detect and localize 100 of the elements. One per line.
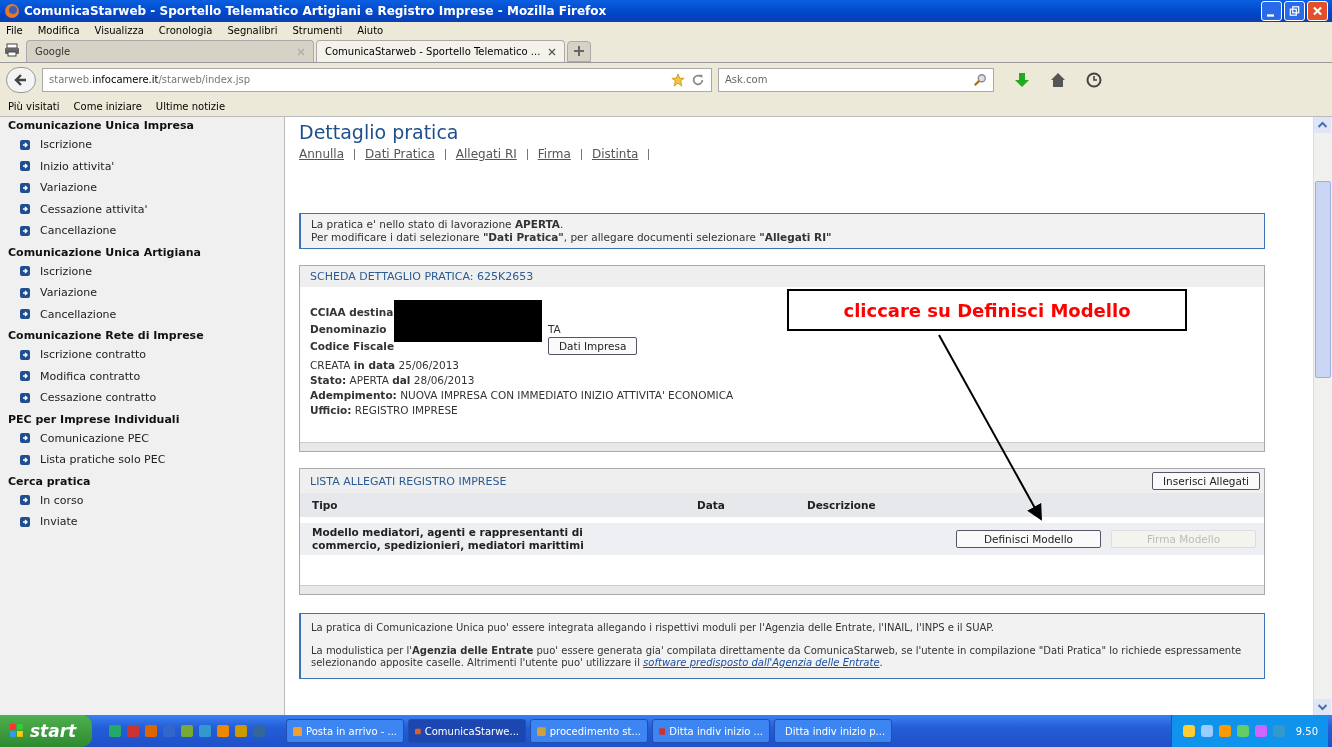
taskbar-button[interactable]: ComunicaStarwe... bbox=[408, 719, 526, 743]
menu-item[interactable]: Visualizza bbox=[94, 24, 151, 36]
field-label: CCIAA destina bbox=[310, 305, 394, 318]
nav-link[interactable]: Allegati RI bbox=[455, 147, 517, 161]
tray-icon[interactable] bbox=[1235, 724, 1250, 738]
menu-item[interactable]: Aiuto bbox=[357, 24, 391, 36]
quick-launch-icon[interactable] bbox=[144, 724, 158, 738]
sidebar-link[interactable]: Cessazione contratto bbox=[40, 391, 157, 405]
quick-launch-icon[interactable] bbox=[234, 724, 248, 738]
company-data-button[interactable]: Dati Impresa bbox=[548, 336, 638, 355]
browser-tab[interactable]: ComunicaStarweb - Sportello Telematico ... bbox=[316, 40, 566, 62]
quick-launch-icon[interactable] bbox=[126, 724, 140, 738]
back-arrow-icon bbox=[14, 72, 28, 87]
arrow-bullet-icon bbox=[20, 349, 30, 360]
arrow-bullet-icon bbox=[20, 287, 30, 298]
tray-icon[interactable] bbox=[1181, 724, 1196, 738]
sidebar-link[interactable]: Iscrizione contratto bbox=[40, 348, 147, 362]
sidebar-link[interactable]: Variazione bbox=[40, 286, 98, 300]
close-button[interactable] bbox=[1307, 1, 1328, 21]
search-icon[interactable] bbox=[973, 72, 987, 87]
browser-tab[interactable]: Google bbox=[26, 40, 314, 62]
column-header: Tipo bbox=[312, 499, 339, 511]
close-icon bbox=[1311, 5, 1324, 17]
column-header: Descrizione bbox=[807, 499, 876, 511]
scroll-down-icon[interactable] bbox=[1314, 699, 1331, 715]
sidebar-link[interactable]: Cessazione attivita' bbox=[40, 202, 148, 216]
detail-line: CREATA in data 25/06/2013 bbox=[310, 358, 461, 373]
nav-link[interactable]: Annulla bbox=[299, 147, 345, 161]
vertical-scrollbar[interactable] bbox=[1313, 117, 1332, 715]
sidebar-link[interactable]: Variazione bbox=[40, 181, 98, 195]
arrow-bullet-icon bbox=[20, 454, 30, 465]
sidebar-link[interactable]: Comunicazione PEC bbox=[40, 431, 149, 445]
nav-link[interactable]: Firma bbox=[537, 147, 571, 161]
scroll-up-icon[interactable] bbox=[1314, 117, 1331, 133]
field-label: Denominazio bbox=[310, 322, 388, 335]
menu-item[interactable]: Cronologia bbox=[158, 24, 220, 36]
add-attachments-button[interactable]: Inserisci Allegati bbox=[1151, 472, 1260, 490]
table-cell-text: Modello mediatori, agenti e rappresentanti di commercio, spedizionieri, mediatori marittimi bbox=[312, 526, 585, 552]
taskbar-button[interactable]: Posta in arrivo - ... bbox=[286, 719, 404, 743]
back-button[interactable] bbox=[6, 66, 36, 93]
sidebar-link[interactable]: In corso bbox=[40, 493, 84, 507]
sidebar-link[interactable]: Cancellazione bbox=[40, 307, 117, 321]
restore-icon bbox=[1288, 5, 1301, 17]
clock-icon[interactable] bbox=[1086, 71, 1102, 88]
taskbar-button[interactable]: procedimento st... bbox=[530, 719, 648, 743]
window-title: ComunicaStarweb - Sportello Telematico Artigiani e Registro Imprese - Mozilla Firefox bbox=[24, 4, 607, 18]
notice-text: Per modificare i dati selezionare "Dati Pratica", per allegare documenti selezionare "Allegati RI" bbox=[311, 231, 833, 244]
sidebar-link[interactable]: Cancellazione bbox=[40, 224, 117, 238]
menu-item[interactable]: Strumenti bbox=[292, 24, 350, 36]
address-field[interactable]: starweb.infocamere.it/starweb/index.jsp bbox=[42, 67, 712, 92]
arrow-bullet-icon bbox=[20, 139, 30, 150]
taskbar-button[interactable]: Ditta indiv inizio ... bbox=[652, 719, 770, 743]
quick-launch-icon[interactable] bbox=[198, 724, 212, 738]
browser-logo-icon bbox=[4, 3, 20, 19]
app-icon bbox=[293, 724, 302, 738]
bookmark-item[interactable]: Più visitati bbox=[8, 100, 60, 112]
reload-icon[interactable] bbox=[691, 72, 705, 87]
panel-heading: SCHEDA DETTAGLIO PRATICA: 625K2653 bbox=[300, 266, 1264, 287]
arrow-bullet-icon bbox=[20, 204, 30, 215]
taskbar-button[interactable]: Ditta indiv inizio p... bbox=[774, 719, 892, 743]
section-heading: PEC per Imprese Individuali bbox=[8, 412, 181, 426]
quick-launch-icon[interactable] bbox=[216, 724, 230, 738]
quick-launch-icon[interactable] bbox=[108, 724, 122, 738]
arrow-bullet-icon bbox=[20, 309, 30, 320]
nav-link[interactable]: Dati Pratica bbox=[365, 147, 435, 161]
close-icon[interactable] bbox=[548, 47, 557, 56]
printer-icon[interactable] bbox=[4, 43, 20, 57]
arrow-bullet-icon bbox=[20, 182, 30, 193]
info-text: La pratica di Comunicazione Unica puo' essere integrata allegando i rispettivi moduli per l'Agenzia delle Entrate, l'INAIL, l'INPS e il SUAP. bbox=[311, 622, 995, 635]
panel-heading: LISTA ALLEGATI REGISTRO IMPRESE bbox=[310, 474, 507, 488]
bookmark-item[interactable]: Come iniziare bbox=[73, 100, 142, 112]
arrow-bullet-icon bbox=[20, 266, 30, 277]
software-link[interactable]: software predisposto dall'Agenzia delle Entrate bbox=[643, 657, 880, 668]
quick-launch-icon[interactable] bbox=[252, 724, 266, 738]
clock: 9.50 bbox=[1295, 725, 1318, 737]
menu-item[interactable]: File bbox=[6, 24, 30, 36]
new-tab-button[interactable] bbox=[567, 41, 592, 62]
arrow-bullet-icon bbox=[20, 495, 30, 506]
sidebar-link[interactable]: Inizio attivita' bbox=[40, 159, 115, 173]
tray-icon[interactable] bbox=[1217, 724, 1232, 738]
home-icon[interactable] bbox=[1050, 71, 1066, 88]
restore-button[interactable] bbox=[1284, 1, 1305, 21]
menu-item[interactable]: Segnalibri bbox=[227, 24, 285, 36]
sidebar-link[interactable]: Lista pratiche solo PEC bbox=[40, 453, 166, 467]
app-icon bbox=[537, 724, 546, 738]
model-button[interactable]: Definisci Modello bbox=[956, 530, 1101, 548]
minimize-button[interactable] bbox=[1261, 1, 1282, 21]
star-icon[interactable] bbox=[671, 72, 685, 87]
search-field[interactable]: Ask.com bbox=[718, 67, 994, 92]
sidebar-link[interactable]: Iscrizione bbox=[40, 264, 92, 278]
download-icon[interactable] bbox=[1014, 71, 1030, 88]
sidebar-link[interactable]: Modifica contratto bbox=[40, 369, 141, 383]
tray-icon[interactable] bbox=[1199, 724, 1214, 738]
quick-launch-icon[interactable] bbox=[180, 724, 194, 738]
menu-item[interactable]: Modifica bbox=[37, 24, 87, 36]
plus-icon bbox=[574, 46, 585, 56]
bookmark-item[interactable]: Ultime notizie bbox=[155, 100, 226, 112]
nav-link[interactable]: Distinta bbox=[591, 147, 639, 161]
sidebar-link[interactable]: Iscrizione bbox=[40, 138, 92, 152]
sidebar-link[interactable]: Inviate bbox=[40, 515, 78, 529]
